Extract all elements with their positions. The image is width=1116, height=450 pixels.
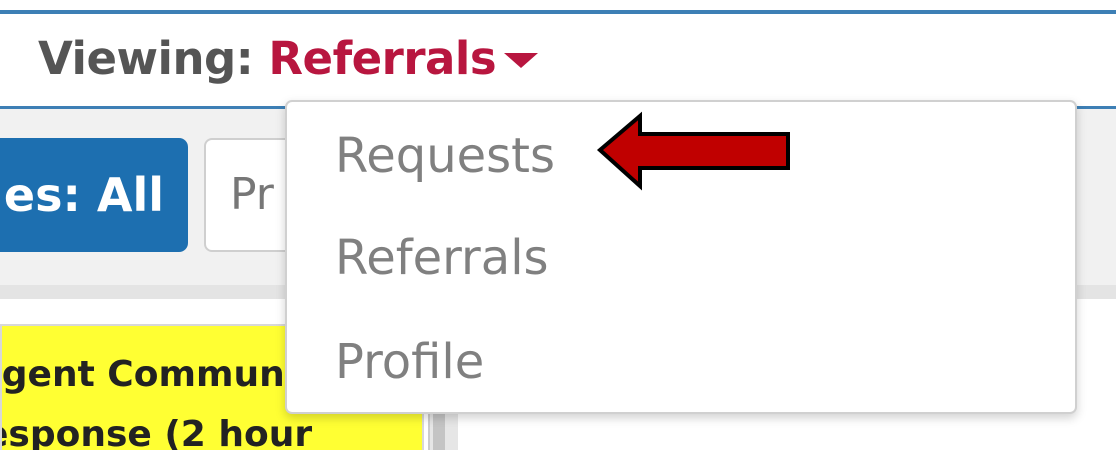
arrow-left-icon <box>596 111 790 191</box>
viewing-label: Viewing: <box>38 32 254 85</box>
caret-down-icon[interactable] <box>504 52 539 68</box>
view-selector[interactable]: Viewing: Referrals <box>38 32 539 85</box>
menu-item-requests[interactable]: Requests <box>335 128 555 184</box>
alert-text-line-1: rgent Commun <box>0 354 285 395</box>
menu-item-referrals[interactable]: Referrals <box>335 230 549 286</box>
scrollbar-thumb[interactable] <box>433 410 445 450</box>
menu-item-profile[interactable]: Profile <box>335 334 484 390</box>
filter-button[interactable]: es: All <box>0 138 188 252</box>
current-view-value[interactable]: Referrals <box>268 32 496 85</box>
app-screen: Viewing: Referrals es: All Pr rgent Comm… <box>0 0 1116 450</box>
alert-text-line-2: esponse (2 hour <box>0 414 313 450</box>
